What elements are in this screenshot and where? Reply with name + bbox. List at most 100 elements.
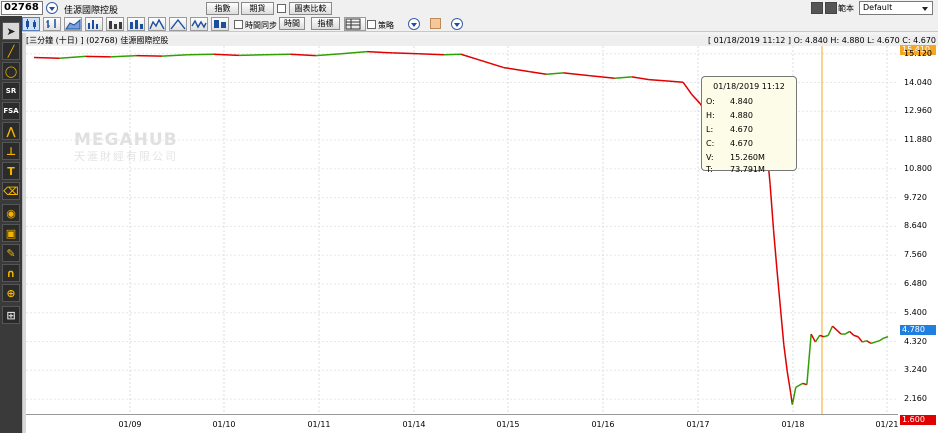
strategy-checkbox[interactable] (367, 20, 376, 29)
layout-label: 範本 (838, 4, 854, 13)
zoom-icon[interactable]: ⊕ (2, 284, 20, 302)
x-tick-label: 01/09 (118, 420, 142, 429)
tooltip-key: H: (706, 111, 715, 120)
price-segment (238, 54, 265, 57)
price-segment (460, 53, 479, 61)
trend-line-icon[interactable]: ╱ (2, 42, 20, 60)
y-tick-label: 12.960 (904, 106, 932, 116)
price-segment (136, 54, 163, 57)
price-segment (614, 76, 632, 79)
chart-window: 02768 佳源國際控股 指數 期貨 圖表比較 時間同步 時間 指標 策略 範本… (0, 0, 938, 433)
y-tick-label: 3.240 (904, 365, 927, 375)
strategy-dropdown-button[interactable] (408, 18, 420, 30)
settings-icon[interactable] (825, 2, 837, 14)
price-segment (213, 53, 239, 57)
mountain-icon[interactable] (148, 17, 166, 31)
low-price-tag: 1.600 (900, 415, 936, 425)
eye-icon[interactable]: ◉ (2, 204, 20, 222)
price-segment (546, 72, 564, 75)
layout-select[interactable]: Default (859, 1, 933, 15)
price-segment (879, 337, 885, 342)
compare-checkbox[interactable] (277, 4, 286, 13)
eraser-icon[interactable]: ⌫ (2, 182, 20, 200)
time-sync-checkbox[interactable] (234, 20, 243, 29)
y-tick-label: 7.560 (904, 250, 927, 260)
price-segment (59, 55, 86, 60)
futures-button[interactable]: 期貨 (241, 2, 274, 15)
histogram-icon[interactable] (106, 17, 124, 31)
text-tool-icon[interactable]: T (2, 162, 20, 180)
tooltip-value: 4.670 (730, 139, 753, 148)
price-segment (810, 333, 817, 343)
pencil-icon[interactable]: ✎ (2, 244, 20, 262)
price-segment (772, 230, 778, 271)
price-segment (443, 53, 462, 56)
lock-icon[interactable]: ▣ (2, 224, 20, 242)
y-tick-label: 2.160 (904, 394, 927, 404)
price-segment (795, 382, 803, 388)
grid-view-icon[interactable] (344, 17, 366, 31)
price-segment (836, 329, 842, 335)
tooltip-title: 01/18/2019 11:12 (713, 82, 785, 91)
ohlc-bar-icon[interactable] (43, 17, 61, 31)
window-layout-icon[interactable] (811, 2, 823, 14)
y-tick-label: 11.880 (904, 135, 932, 145)
layout-grid-icon[interactable]: ⊞ (2, 306, 20, 324)
stock-code-input[interactable]: 02768 (1, 1, 43, 15)
x-tick-label: 01/18 (781, 420, 805, 429)
horizontal-line-icon[interactable]: ⊥ (2, 142, 20, 160)
triangle-chart-icon[interactable] (169, 17, 187, 31)
price-segment (648, 78, 667, 82)
price-segment (110, 54, 137, 58)
price-segment (162, 54, 188, 57)
index-button[interactable]: 指數 (206, 2, 239, 15)
fan-lines-icon[interactable]: ⋀ (2, 122, 20, 140)
tooltip-key: O: (706, 97, 715, 106)
top-toolbar: 02768 佳源國際控股 指數 期貨 圖表比較 時間同步 時間 指標 策略 範本… (0, 0, 938, 32)
price-segment (783, 344, 788, 372)
compare-button[interactable]: 圖表比較 (289, 2, 332, 15)
pointer-icon[interactable]: ➤ (2, 22, 20, 40)
wave-chart-icon[interactable] (190, 17, 208, 31)
x-tick-label: 01/11 (307, 420, 331, 429)
tooltip-value: 4.670 (730, 125, 753, 134)
price-segment (831, 325, 838, 331)
color-swatch[interactable] (430, 18, 441, 29)
candlestick-icon[interactable] (22, 17, 40, 31)
ellipse-icon[interactable]: ◯ (2, 62, 20, 80)
x-tick-label: 01/14 (402, 420, 426, 429)
price-segment (853, 334, 859, 338)
price-segment (85, 55, 111, 58)
price-segment (870, 341, 876, 345)
indicator-button[interactable]: 指標 (311, 17, 340, 30)
y-tick-label: 4.320 (904, 336, 927, 346)
x-tick-label: 01/21 (875, 420, 899, 429)
tooltip-value: 15.260M (730, 153, 765, 162)
tooltip-value: 4.840 (730, 97, 753, 106)
stock-dropdown-button[interactable] (46, 2, 58, 14)
color-dropdown-button[interactable] (451, 18, 463, 30)
price-segment (367, 50, 393, 54)
price-segment (392, 52, 419, 55)
tooltip-key: T: (706, 165, 713, 174)
volume-bars-icon[interactable] (85, 17, 103, 31)
price-segment (477, 58, 504, 69)
split-chart-icon[interactable] (211, 17, 229, 31)
fibonacci-icon[interactable]: FSA (2, 102, 20, 120)
x-tick-label: 01/15 (496, 420, 520, 429)
price-segment (786, 371, 792, 393)
magnet-icon[interactable]: ∩ (2, 264, 20, 282)
y-tick-label: 14.040 (904, 77, 932, 87)
price-segment (631, 76, 649, 81)
price-segment (849, 330, 855, 336)
bar-chart-icon[interactable] (127, 17, 145, 31)
area-chart-icon[interactable] (64, 17, 82, 31)
x-tick-label: 01/10 (212, 420, 236, 429)
chart-header: [三分鐘 (十日) ] (02768) 佳源國際控股 [ 01/18/2019 … (26, 35, 938, 46)
support-resistance-icon[interactable]: SR (2, 82, 20, 100)
period-button[interactable]: 時間 (279, 17, 305, 30)
price-axis: 15.410 4.780 1.600 15.120 14.040 12.960 11.… (898, 45, 938, 433)
y-tick-label: 9.720 (904, 192, 927, 202)
drawing-tools-panel: ➤ ╱ ◯ SR FSA ⋀ ⊥ T ⌫ ◉ ▣ ✎ ∩ ⊕ ⊞ (0, 16, 22, 433)
y-tick-label: 15.120 (904, 48, 932, 58)
